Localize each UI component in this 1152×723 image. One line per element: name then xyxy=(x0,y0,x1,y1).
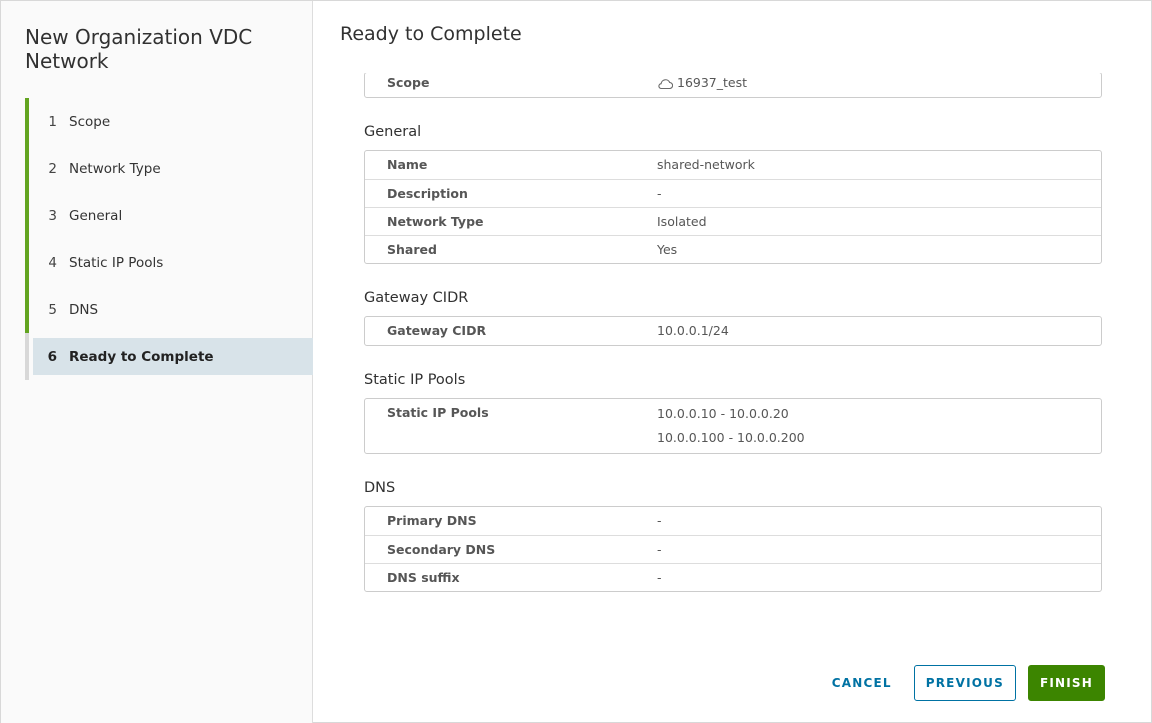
summary-key: Scope xyxy=(387,75,430,90)
summary-key: DNS suffix xyxy=(387,570,460,585)
summary-key: Shared xyxy=(387,242,437,257)
wizard-main: Ready to Complete Scope 16937_test Gener… xyxy=(313,1,1152,723)
cloud-icon xyxy=(657,76,674,93)
summary-key: Gateway CIDR xyxy=(387,323,487,338)
general-summary: Name shared-network Description - Networ… xyxy=(364,150,1102,264)
gateway-summary: Gateway CIDR 10.0.0.1/24 xyxy=(364,316,1102,346)
summary-value: - xyxy=(657,542,662,557)
step-scope[interactable]: 1 Scope xyxy=(25,98,313,145)
step-number: 3 xyxy=(48,207,57,224)
wizard-steps: 1 Scope 2 Network Type 3 General 4 Stati… xyxy=(25,98,313,380)
summary-value: - xyxy=(657,570,662,585)
summary-value: 16937_test xyxy=(657,73,1101,97)
summary-row: DNS suffix - xyxy=(365,563,1101,591)
summary-row: Scope 16937_test xyxy=(365,73,1101,97)
step-static-ip-pools[interactable]: 4 Static IP Pools xyxy=(25,239,313,286)
summary-row: Static IP Pools 10.0.0.10 - 10.0.0.20 10… xyxy=(365,399,1101,453)
page-title: Ready to Complete xyxy=(340,23,522,45)
summary-value: - xyxy=(657,513,662,528)
cancel-button[interactable]: CANCEL xyxy=(822,665,902,701)
summary-value: 10.0.0.1/24 xyxy=(657,323,729,338)
wizard-title: New Organization VDC Network xyxy=(25,25,253,73)
step-network-type[interactable]: 2 Network Type xyxy=(25,145,313,192)
step-number: 1 xyxy=(48,113,57,130)
summary-row: Description - xyxy=(365,179,1101,207)
step-number: 6 xyxy=(47,348,57,365)
summary-row: Secondary DNS - xyxy=(365,535,1101,563)
section-title-general: General xyxy=(364,124,422,140)
summary-key: Secondary DNS xyxy=(387,542,496,557)
summary-value: Isolated xyxy=(657,214,707,229)
previous-button[interactable]: PREVIOUS xyxy=(913,665,1016,701)
summary-scroll-area[interactable]: Scope 16937_test General Name shared-net… xyxy=(364,73,1102,643)
step-number: 4 xyxy=(48,254,57,271)
wizard-footer: CANCEL PREVIOUS FINISH xyxy=(822,665,1105,701)
ip-pool-range: 10.0.0.100 - 10.0.0.200 xyxy=(657,430,805,445)
section-title-dns: DNS xyxy=(364,480,396,496)
summary-key: Primary DNS xyxy=(387,513,477,528)
summary-row: Network Type Isolated xyxy=(365,207,1101,235)
step-number: 5 xyxy=(48,301,57,318)
summary-value: - xyxy=(657,186,662,201)
summary-key: Network Type xyxy=(387,214,484,229)
static-ip-pools-summary: Static IP Pools 10.0.0.10 - 10.0.0.20 10… xyxy=(364,398,1102,454)
section-title-static-ip-pools: Static IP Pools xyxy=(364,372,466,388)
step-label: Static IP Pools xyxy=(69,254,164,271)
scope-summary: Scope 16937_test xyxy=(364,73,1102,98)
step-label: Network Type xyxy=(69,160,161,177)
step-label: Ready to Complete xyxy=(69,348,214,365)
summary-key: Description xyxy=(387,186,468,201)
summary-key: Static IP Pools xyxy=(387,405,489,420)
summary-key: Name xyxy=(387,157,428,172)
summary-row: Shared Yes xyxy=(365,235,1101,263)
step-number: 2 xyxy=(48,160,57,177)
step-ready-to-complete[interactable]: 6 Ready to Complete xyxy=(25,333,313,380)
wizard-sidebar: New Organization VDC Network 1 Scope 2 N… xyxy=(1,1,313,723)
summary-row: Name shared-network xyxy=(365,151,1101,179)
ip-pool-range: 10.0.0.10 - 10.0.0.20 xyxy=(657,406,789,421)
summary-value: 10.0.0.10 - 10.0.0.20 10.0.0.100 - 10.0.… xyxy=(657,399,1101,453)
summary-row: Gateway CIDR 10.0.0.1/24 xyxy=(365,317,1101,345)
summary-value: shared-network xyxy=(657,157,755,172)
scope-value: 16937_test xyxy=(677,75,748,90)
section-title-gateway-cidr: Gateway CIDR xyxy=(364,290,469,306)
step-label: General xyxy=(69,207,123,224)
summary-value: Yes xyxy=(657,242,678,257)
finish-button[interactable]: FINISH xyxy=(1027,665,1105,701)
step-dns[interactable]: 5 DNS xyxy=(25,286,313,333)
step-general[interactable]: 3 General xyxy=(25,192,313,239)
step-label: DNS xyxy=(69,301,99,318)
dns-summary: Primary DNS - Secondary DNS - DNS suffix… xyxy=(364,506,1102,592)
step-label: Scope xyxy=(69,113,111,130)
wizard-dialog: New Organization VDC Network 1 Scope 2 N… xyxy=(0,0,1152,723)
summary-row: Primary DNS - xyxy=(365,507,1101,535)
